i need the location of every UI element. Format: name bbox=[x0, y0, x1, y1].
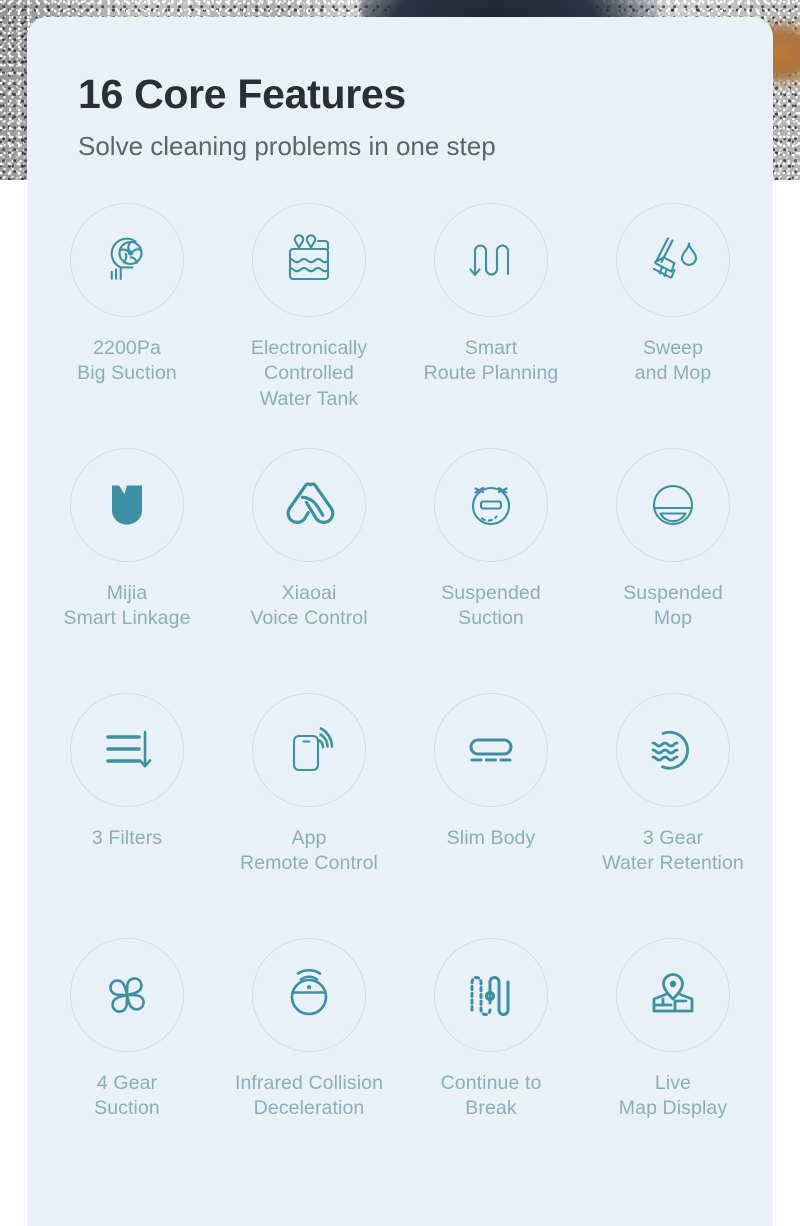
feature-label: Sweep and Mop bbox=[634, 336, 712, 385]
feature-item-gear-suction[interactable]: 4 Gear Suction bbox=[36, 937, 218, 1183]
suction-fan-icon bbox=[110, 237, 143, 280]
icon-ring bbox=[616, 937, 730, 1052]
icon-ring bbox=[252, 692, 366, 807]
feature-label: 2200Pa Big Suction bbox=[77, 336, 177, 385]
feature-label: Infrared Collision Deceleration bbox=[234, 1071, 384, 1120]
infrared-collision-icon bbox=[290, 968, 328, 1016]
icon-ring bbox=[616, 692, 730, 807]
xiaoai-voice-icon bbox=[286, 482, 335, 524]
feature-item-app-remote[interactable]: App Remote Control bbox=[218, 692, 400, 938]
feature-item-route-planning[interactable]: Smart Route Planning bbox=[400, 202, 582, 448]
mijia-logo-icon bbox=[112, 485, 142, 525]
icon-ring bbox=[616, 202, 730, 317]
icon-ring bbox=[434, 937, 548, 1052]
feature-item-slim-body[interactable]: Slim Body bbox=[400, 692, 582, 938]
feature-label: App Remote Control bbox=[240, 826, 378, 875]
icon-ring bbox=[252, 202, 366, 317]
feature-item-water-tank[interactable]: Electronically Controlled Water Tank bbox=[218, 202, 400, 448]
icon-ring bbox=[70, 937, 184, 1052]
icon-ring bbox=[434, 447, 548, 562]
feature-grid: 2200Pa Big Suction Electronically Contro… bbox=[27, 202, 773, 1183]
feature-item-suspended-mop[interactable]: Suspended Mop bbox=[582, 447, 764, 693]
feature-label: 3 Gear Water Retention bbox=[602, 826, 744, 875]
water-retention-icon bbox=[651, 730, 689, 770]
feature-label: 3 Filters bbox=[91, 826, 163, 849]
continue-to-break-icon bbox=[470, 975, 510, 1016]
icon-ring bbox=[252, 447, 366, 562]
feature-label: 4 Gear Suction bbox=[94, 1071, 160, 1120]
icon-ring bbox=[70, 692, 184, 807]
icon-ring bbox=[616, 447, 730, 562]
page-subtitle: Solve cleaning problems in one step bbox=[78, 131, 496, 162]
feature-item-big-suction[interactable]: 2200Pa Big Suction bbox=[36, 202, 218, 448]
feature-label: Continue to Break bbox=[440, 1071, 542, 1120]
broom-water-drop-icon bbox=[652, 237, 698, 279]
icon-ring bbox=[434, 692, 548, 807]
feature-item-xiaoai-voice[interactable]: Xiaoai Voice Control bbox=[218, 447, 400, 693]
feature-label: Electronically Controlled Water Tank bbox=[250, 336, 368, 410]
feature-label: Live Map Display bbox=[618, 1071, 728, 1120]
feature-label: Suspended Mop bbox=[623, 581, 723, 630]
slim-body-icon bbox=[469, 738, 513, 762]
live-map-pin-icon bbox=[652, 973, 694, 1013]
feature-item-continue-to-break[interactable]: Continue to Break bbox=[400, 937, 582, 1183]
feature-label: Mijia Smart Linkage bbox=[63, 581, 191, 630]
route-planning-icon bbox=[469, 244, 510, 276]
feature-label: Smart Route Planning bbox=[423, 336, 559, 385]
page-title: 16 Core Features bbox=[78, 71, 406, 117]
filters-layers-icon bbox=[106, 730, 152, 768]
feature-item-water-retention[interactable]: 3 Gear Water Retention bbox=[582, 692, 764, 938]
suspended-mop-icon bbox=[652, 484, 694, 525]
suspended-suction-icon bbox=[471, 486, 511, 525]
feature-label: Slim Body bbox=[446, 826, 536, 849]
feature-label: Xiaoai Voice Control bbox=[250, 581, 368, 630]
feature-item-mijia-linkage[interactable]: Mijia Smart Linkage bbox=[36, 447, 218, 693]
icon-ring bbox=[70, 447, 184, 562]
feature-item-infrared-collision[interactable]: Infrared Collision Deceleration bbox=[218, 937, 400, 1183]
phone-remote-icon bbox=[292, 727, 334, 771]
water-tank-icon bbox=[288, 234, 330, 280]
feature-item-sweep-and-mop[interactable]: Sweep and Mop bbox=[582, 202, 764, 448]
feature-label: Suspended Suction bbox=[441, 581, 541, 630]
feature-card: 16 Core Features Solve cleaning problems… bbox=[27, 17, 773, 1226]
feature-item-filters[interactable]: 3 Filters bbox=[36, 692, 218, 938]
feature-item-live-map[interactable]: Live Map Display bbox=[582, 937, 764, 1183]
feature-item-suspended-suction[interactable]: Suspended Suction bbox=[400, 447, 582, 693]
icon-ring bbox=[70, 202, 184, 317]
icon-ring bbox=[252, 937, 366, 1052]
fan-blades-icon bbox=[109, 977, 145, 1013]
card-header: 16 Core Features Solve cleaning problems… bbox=[27, 17, 773, 162]
icon-ring bbox=[434, 202, 548, 317]
